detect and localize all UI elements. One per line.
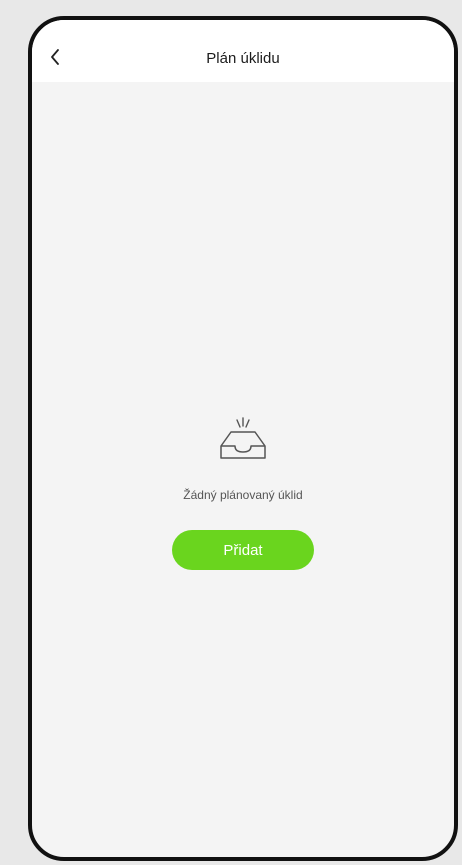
phone-screen: Plán úklidu Žádný plánovaný úklid Přidat: [28, 16, 458, 861]
add-button[interactable]: Přidat: [172, 530, 314, 570]
app-header: Plán úklidu: [32, 20, 454, 82]
empty-inbox-icon: [220, 417, 266, 459]
page-title: Plán úklidu: [206, 50, 280, 67]
empty-state: Žádný plánovaný úklid Přidat: [32, 416, 454, 570]
empty-state-message: Žádný plánovaný úklid: [183, 488, 303, 502]
